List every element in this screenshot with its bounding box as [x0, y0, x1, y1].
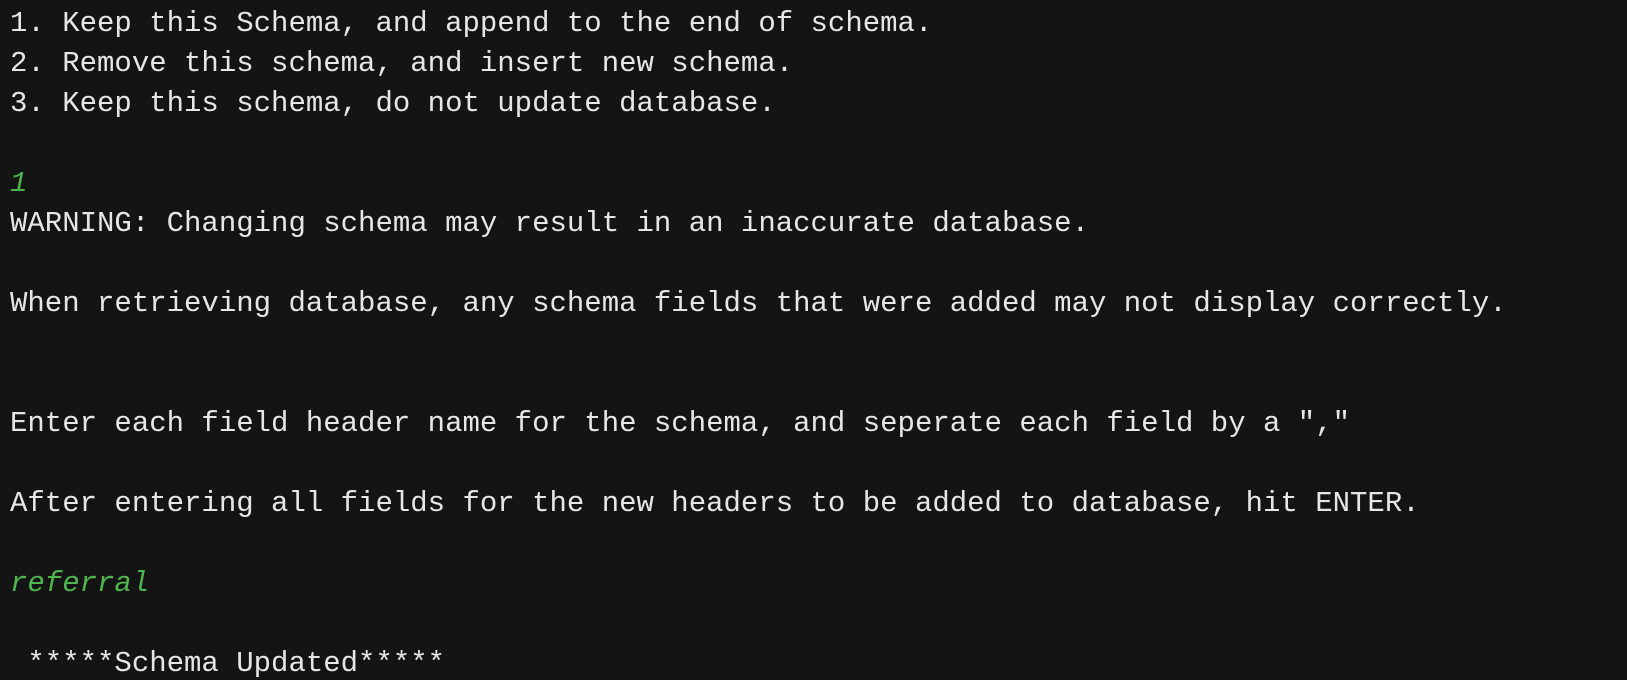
terminal-window[interactable]: 1. Keep this Schema, and append to the e… [0, 0, 1627, 680]
menu-option-3: 3. Keep this schema, do not update datab… [10, 87, 776, 120]
user-fields-input: referral [10, 567, 150, 600]
warning-message: WARNING: Changing schema may result in a… [10, 207, 1089, 240]
field-entry-instruction: Enter each field header name for the sch… [10, 407, 1351, 440]
user-choice-input: 1 [10, 167, 28, 200]
schema-updated-message: *****Schema Updated***** [10, 647, 446, 680]
menu-option-2: 2. Remove this schema, and insert new sc… [10, 47, 794, 80]
menu-option-1: 1. Keep this Schema, and append to the e… [10, 7, 933, 40]
enter-instruction: After entering all fields for the new he… [10, 487, 1420, 520]
retrieval-note: When retrieving database, any schema fie… [10, 287, 1507, 320]
